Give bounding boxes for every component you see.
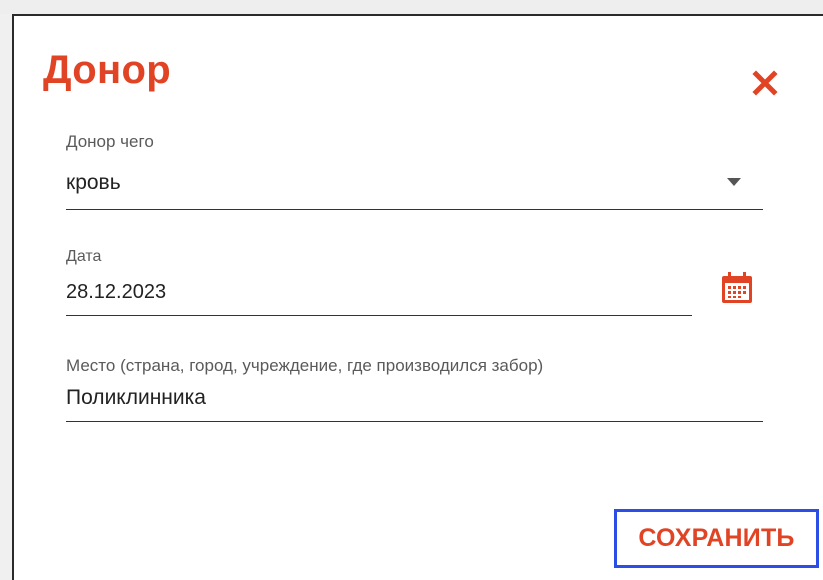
place-value[interactable]: Поликлинника <box>66 386 206 410</box>
donor-type-underline <box>66 209 763 210</box>
date-value[interactable]: 28.12.2023 <box>66 281 166 304</box>
dialog-title: Донор <box>43 48 171 92</box>
place-field[interactable]: Место (страна, город, учреждение, где пр… <box>66 356 763 426</box>
window-background <box>0 0 823 14</box>
save-button[interactable]: СОХРАНИТЬ <box>614 509 819 568</box>
close-icon <box>752 70 778 96</box>
place-underline <box>66 421 763 422</box>
close-button[interactable] <box>752 70 778 96</box>
calendar-icon <box>722 272 752 303</box>
donor-type-value[interactable]: кровь <box>66 171 121 195</box>
place-label: Место (страна, город, учреждение, где пр… <box>66 356 544 375</box>
donor-type-select[interactable]: Донор чего кровь <box>66 132 763 214</box>
chevron-down-icon[interactable] <box>727 178 741 186</box>
donor-type-label: Донор чего <box>66 132 154 151</box>
date-underline <box>66 315 692 316</box>
date-label: Дата <box>66 248 102 265</box>
date-field[interactable]: Дата 28.12.2023 <box>66 248 692 320</box>
calendar-button[interactable] <box>720 271 754 305</box>
